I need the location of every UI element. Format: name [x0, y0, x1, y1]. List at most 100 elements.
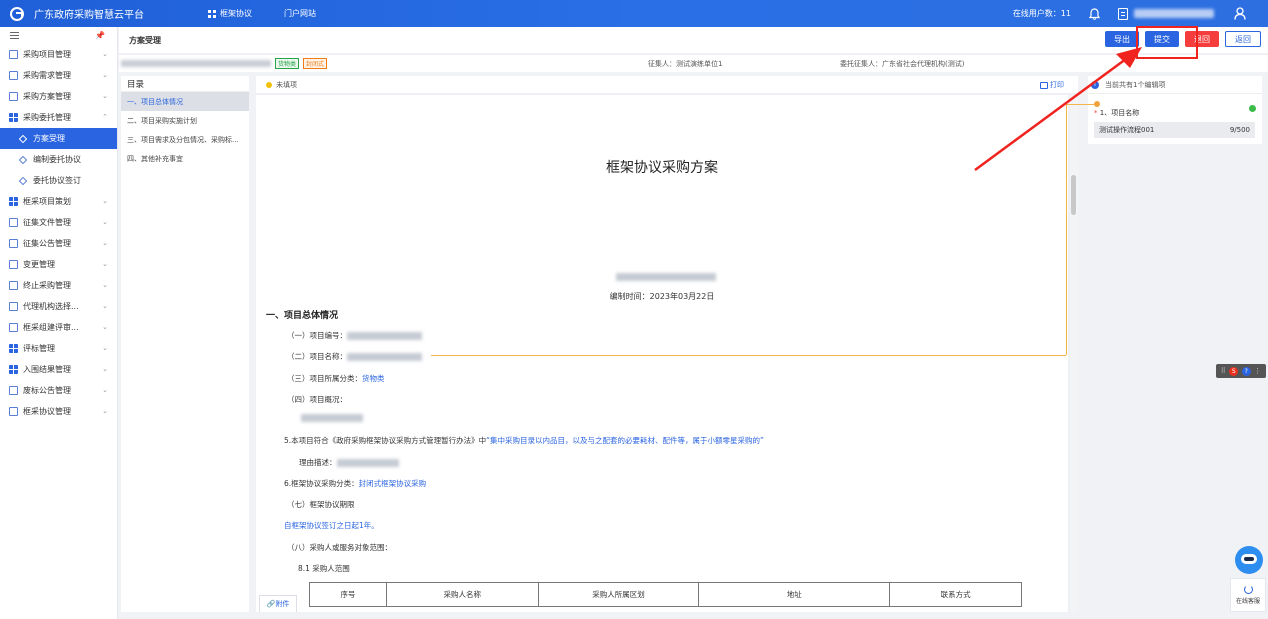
- sidebar-item-11[interactable]: 终止采购管理 ⌄: [0, 275, 117, 296]
- purchaser-table: 序号 采购人名称 采购人所属区划 地址 联系方式: [309, 582, 1022, 607]
- logo-icon: [10, 6, 24, 21]
- sidebar-item-12[interactable]: 代理机构选择... ⌄: [0, 296, 117, 317]
- document-page: 框架协议采购方案 编制时间：2023年03月22日 一、项目总体情况 （一）项目…: [256, 95, 1068, 612]
- chevron-icon: ⌄: [102, 218, 108, 226]
- sidebar-item-6[interactable]: 委托协议签订: [0, 170, 117, 191]
- sidebar-item-7[interactable]: 框采项目策划 ⌄: [0, 191, 117, 212]
- online-service-label: 在线客服: [1235, 598, 1260, 605]
- pin-icon[interactable]: 📌: [95, 31, 105, 40]
- document-title: 框架协议采购方案: [606, 160, 718, 176]
- scrollbar-thumb[interactable]: [1071, 175, 1076, 215]
- document-icon: [9, 50, 18, 59]
- toc-item-requirements[interactable]: 三、项目需求及分包情况、采购标...: [121, 130, 249, 149]
- toc-item-other[interactable]: 四、其他补充事宜: [121, 149, 249, 168]
- grid-icon: [9, 113, 18, 122]
- chevron-icon: ⌄: [102, 344, 108, 352]
- chevron-icon: ⌄: [102, 197, 108, 205]
- col-address: 地址: [698, 582, 891, 607]
- sidebar-item-label: 采购需求管理: [23, 71, 71, 80]
- unfilled-marker-icon: [266, 81, 272, 88]
- sidebar-item-14[interactable]: 评标管理 ⌄: [0, 338, 117, 359]
- chevron-icon: ⌄: [102, 50, 108, 58]
- toc-item-plan[interactable]: 二、项目采购实施计划: [121, 111, 249, 130]
- sidebar-item-label: 入围结果管理: [23, 365, 71, 374]
- category-tag: 货物类: [275, 58, 300, 69]
- document-icon: [9, 386, 18, 395]
- sidebar-item-1[interactable]: 采购需求管理 ⌄: [0, 65, 117, 86]
- sidebar-item-10[interactable]: 变更管理 ⌄: [0, 254, 117, 275]
- back-button[interactable]: 返回: [1225, 31, 1261, 47]
- sidebar-item-label: 废标公告管理: [23, 386, 71, 395]
- sidebar-item-4[interactable]: 方案受理: [0, 128, 117, 149]
- nav-portal[interactable]: 门户网站: [284, 8, 316, 19]
- sidebar-item-8[interactable]: 征集文件管理 ⌄: [0, 212, 117, 233]
- sidebar: 📌 采购项目管理 ⌄ 采购需求管理 ⌄ 采购方案管理 ⌄ 采购委托管理 ⌃ 方案受理 编制委托协议…: [0, 27, 118, 619]
- sidebar-item-label: 评标管理: [23, 344, 55, 353]
- col-purchaser-region: 采购人所属区划: [537, 582, 700, 607]
- col-contact: 联系方式: [889, 582, 1022, 607]
- sidebar-item-15[interactable]: 入围结果管理 ⌄: [0, 359, 117, 380]
- compliance-text: 5.本项目符合《政府采购框架协议采购方式管理暂行办法》中: [284, 436, 487, 445]
- chevron-icon: ⌃: [102, 113, 108, 121]
- sidebar-item-0[interactable]: 采购项目管理 ⌄: [0, 44, 117, 65]
- nav-framework[interactable]: 框架协议: [208, 8, 252, 19]
- sidebar-header: 📌: [0, 27, 117, 44]
- help-icon[interactable]: ?: [1241, 366, 1251, 376]
- project-number-redacted: [347, 332, 422, 340]
- col-purchaser-name: 采购人名称: [385, 582, 539, 607]
- sidebar-item-label: 方案受理: [33, 134, 65, 143]
- sidebar-item-13[interactable]: 框采组建评审... ⌄: [0, 317, 117, 338]
- page-title: 方案受理: [129, 35, 161, 45]
- project-name-label: （二）项目名称：: [287, 352, 347, 361]
- project-number-row: （一）项目编号：: [287, 330, 422, 341]
- sidebar-item-label: 委托协议签订: [33, 176, 81, 185]
- top-nav: 框架协议 门户网站: [208, 8, 348, 19]
- type-tag: 封闭式: [303, 58, 328, 69]
- brand[interactable]: 广东政府采购智慧云平台: [0, 6, 200, 21]
- term-value: 自框架协议签订之日起1年。: [284, 521, 379, 530]
- sidebar-item-2[interactable]: 采购方案管理 ⌄: [0, 86, 117, 107]
- sidebar-item-5[interactable]: 编制委托协议: [0, 149, 117, 170]
- char-counter: 9/500: [1229, 126, 1250, 134]
- menu-icon[interactable]: [10, 32, 19, 39]
- sidebar-item-label: 终止采购管理: [23, 281, 71, 290]
- grid-icon: [9, 365, 18, 374]
- chevron-icon: ⌄: [102, 260, 108, 268]
- diamond-icon: [18, 155, 28, 164]
- reason-row: 理由描述：: [299, 457, 399, 468]
- chevron-icon: ⌄: [102, 239, 108, 247]
- floating-toolbar[interactable]: ⠿ S ? ⋮: [1216, 364, 1266, 378]
- annotation-arrow-icon: [974, 47, 1142, 172]
- toc-item-overview[interactable]: 一、项目总体情况: [121, 92, 249, 111]
- sogou-icon[interactable]: S: [1229, 366, 1239, 376]
- document-icon: [9, 71, 18, 80]
- grid-icon: [9, 197, 18, 206]
- chevron-icon: ⌄: [102, 281, 108, 289]
- sidebar-item-label: 变更管理: [23, 260, 55, 269]
- sidebar-item-label: 采购项目管理: [23, 50, 71, 59]
- project-overview-redacted: [301, 414, 363, 422]
- reason-label: 理由描述：: [299, 458, 337, 467]
- sidebar-list: 采购项目管理 ⌄ 采购需求管理 ⌄ 采购方案管理 ⌄ 采购委托管理 ⌃ 方案受理 编制委托协议 委托…: [0, 44, 117, 422]
- sidebar-item-16[interactable]: 废标公告管理 ⌄: [0, 380, 117, 401]
- attachment-tab[interactable]: 🔗 附件: [259, 595, 297, 612]
- bell-icon[interactable]: [1089, 7, 1100, 20]
- chevron-icon: ⌄: [102, 323, 108, 331]
- check-icon: [1249, 105, 1256, 112]
- sidebar-item-17[interactable]: 框采协议管理 ⌄: [0, 401, 117, 422]
- project-name-row[interactable]: （二）项目名称：: [287, 351, 422, 362]
- document-icon[interactable]: [1118, 7, 1128, 20]
- chevron-icon: ⌄: [102, 302, 108, 310]
- term-label: （七）框架协议期限: [287, 500, 355, 509]
- online-service-button[interactable]: 在线客服: [1230, 578, 1266, 612]
- more-icon[interactable]: ⋮: [1254, 367, 1261, 375]
- classification-row: 6.框架协议采购分类：封闭式框架协议采购: [284, 478, 426, 489]
- robot-assistant-icon[interactable]: [1235, 546, 1263, 574]
- sidebar-item-3[interactable]: 采购委托管理 ⌃: [0, 107, 117, 128]
- classification-label: 6.框架协议采购分类：: [284, 479, 359, 488]
- project-overview-label: （四）项目概况：: [287, 395, 347, 404]
- sidebar-item-9[interactable]: 征集公告管理 ⌄: [0, 233, 117, 254]
- classification-value: 封闭式框架协议采购: [358, 479, 427, 488]
- chevron-icon: ⌄: [102, 386, 108, 394]
- user-icon[interactable]: [1234, 7, 1246, 20]
